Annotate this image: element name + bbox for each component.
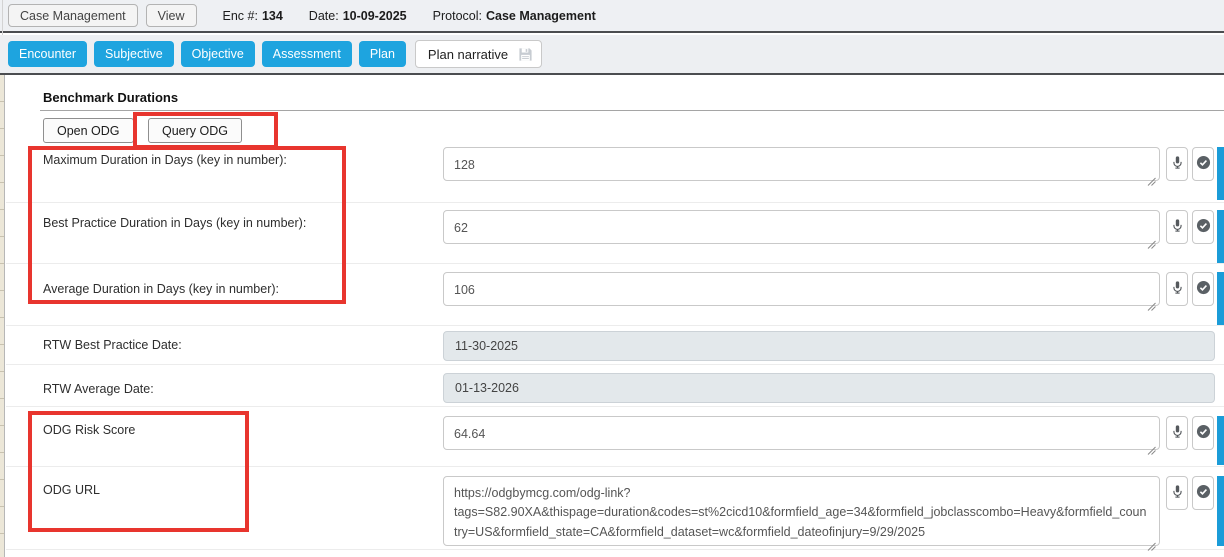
dictate-button[interactable]	[1166, 147, 1188, 181]
maximum-duration-field: 128	[443, 147, 1160, 186]
tab-objective[interactable]: Objective	[181, 41, 255, 67]
row-odg-risk-score: ODG Risk Score 64.64	[6, 406, 1224, 466]
average-duration-field: 106	[443, 272, 1160, 311]
resize-handle-icon[interactable]	[1147, 236, 1156, 245]
check-circle-icon	[1196, 424, 1211, 442]
row-odg-url: ODG URL https://odgbymcg.com/odg-link?ta…	[6, 466, 1224, 550]
date-value: 10-09-2025	[343, 9, 407, 23]
dictate-button[interactable]	[1166, 210, 1188, 244]
view-button[interactable]: View	[146, 4, 197, 27]
confirm-button[interactable]	[1192, 476, 1214, 510]
odg-risk-score-field: 64.64	[443, 416, 1160, 455]
encounter-date: Date: 10-09-2025	[309, 9, 407, 23]
encounter-topbar: Case Management View Enc #: 134 Date: 10-0…	[0, 0, 1224, 33]
check-circle-icon	[1196, 218, 1211, 236]
dictate-button[interactable]	[1166, 416, 1188, 450]
protocol-value: Case Management	[486, 9, 596, 23]
dictate-button[interactable]	[1166, 476, 1188, 510]
odg-risk-score-input[interactable]: 64.64	[443, 416, 1160, 450]
section-heading: Benchmark Durations	[43, 90, 178, 105]
row-maximum-duration: Maximum Duration in Days (key in number)…	[6, 146, 1224, 202]
maximum-duration-input[interactable]: 128	[443, 147, 1160, 181]
heading-divider	[40, 110, 1224, 111]
protocol-label: Protocol:	[433, 9, 482, 23]
row-accent-bar	[1217, 476, 1224, 546]
row-rtw-best-practice-date: RTW Best Practice Date: 11-30-2025	[6, 325, 1224, 364]
row-accent-bar	[1217, 210, 1224, 263]
average-duration-input[interactable]: 106	[443, 272, 1160, 306]
row-accent-bar	[1217, 147, 1224, 200]
resize-handle-icon[interactable]	[1147, 442, 1156, 451]
maximum-duration-label: Maximum Duration in Days (key in number)…	[43, 153, 287, 167]
case-management-button[interactable]: Case Management	[8, 4, 138, 27]
row-accent-bar	[1217, 416, 1224, 465]
row-average-duration: Average Duration in Days (key in number)…	[6, 263, 1224, 325]
save-icon	[518, 47, 533, 62]
odg-url-field: https://odgbymcg.com/odg-link?tags=S82.9…	[443, 476, 1160, 551]
check-circle-icon	[1196, 484, 1211, 502]
tab-assessment[interactable]: Assessment	[262, 41, 352, 67]
date-label: Date:	[309, 9, 339, 23]
resize-handle-icon[interactable]	[1147, 173, 1156, 182]
rtw-average-date-label: RTW Average Date:	[43, 382, 154, 396]
resize-handle-icon[interactable]	[1147, 538, 1156, 547]
left-edge-strip	[0, 75, 5, 557]
microphone-icon	[1171, 424, 1184, 442]
odg-url-label: ODG URL	[43, 483, 100, 497]
rtw-best-practice-date-label: RTW Best Practice Date:	[43, 338, 182, 352]
best-practice-duration-input[interactable]: 62	[443, 210, 1160, 244]
check-circle-icon	[1196, 155, 1211, 173]
microphone-icon	[1171, 155, 1184, 173]
tab-subjective[interactable]: Subjective	[94, 41, 174, 67]
microphone-icon	[1171, 484, 1184, 502]
average-duration-label: Average Duration in Days (key in number)…	[43, 282, 279, 296]
odg-risk-score-label: ODG Risk Score	[43, 423, 135, 437]
rtw-average-date-value: 01-13-2026	[443, 373, 1215, 403]
rtw-best-practice-date-value: 11-30-2025	[443, 331, 1215, 361]
odg-url-input[interactable]: https://odgbymcg.com/odg-link?tags=S82.9…	[443, 476, 1160, 546]
confirm-button[interactable]	[1192, 210, 1214, 244]
dictate-button[interactable]	[1166, 272, 1188, 306]
tab-encounter[interactable]: Encounter	[8, 41, 87, 67]
note-section-tabbar: Encounter Subjective Objective Assessmen…	[0, 35, 1224, 75]
microphone-icon	[1171, 280, 1184, 298]
enc-value: 134	[262, 9, 283, 23]
row-accent-bar	[1217, 272, 1224, 325]
open-odg-button[interactable]: Open ODG	[43, 118, 134, 143]
confirm-button[interactable]	[1192, 416, 1214, 450]
confirm-button[interactable]	[1192, 272, 1214, 306]
resize-handle-icon[interactable]	[1147, 298, 1156, 307]
protocol: Protocol: Case Management	[433, 9, 596, 23]
best-practice-duration-label: Best Practice Duration in Days (key in n…	[43, 216, 306, 230]
tab-plan[interactable]: Plan	[359, 41, 406, 67]
plan-narrative-button[interactable]: Plan narrative	[415, 40, 542, 68]
plan-narrative-label: Plan narrative	[428, 47, 508, 62]
row-rtw-average-date: RTW Average Date: 01-13-2026	[6, 364, 1224, 406]
confirm-button[interactable]	[1192, 147, 1214, 181]
encounter-number: Enc #: 134	[223, 9, 283, 23]
case-management-page: Case Management View Enc #: 134 Date: 10-0…	[0, 0, 1224, 557]
query-odg-button[interactable]: Query ODG	[148, 118, 242, 143]
odg-buttons-row: Open ODG Query ODG	[6, 113, 1224, 146]
enc-label: Enc #:	[223, 9, 258, 23]
microphone-icon	[1171, 218, 1184, 236]
best-practice-duration-field: 62	[443, 210, 1160, 249]
row-best-practice-duration: Best Practice Duration in Days (key in n…	[6, 202, 1224, 263]
check-circle-icon	[1196, 280, 1211, 298]
